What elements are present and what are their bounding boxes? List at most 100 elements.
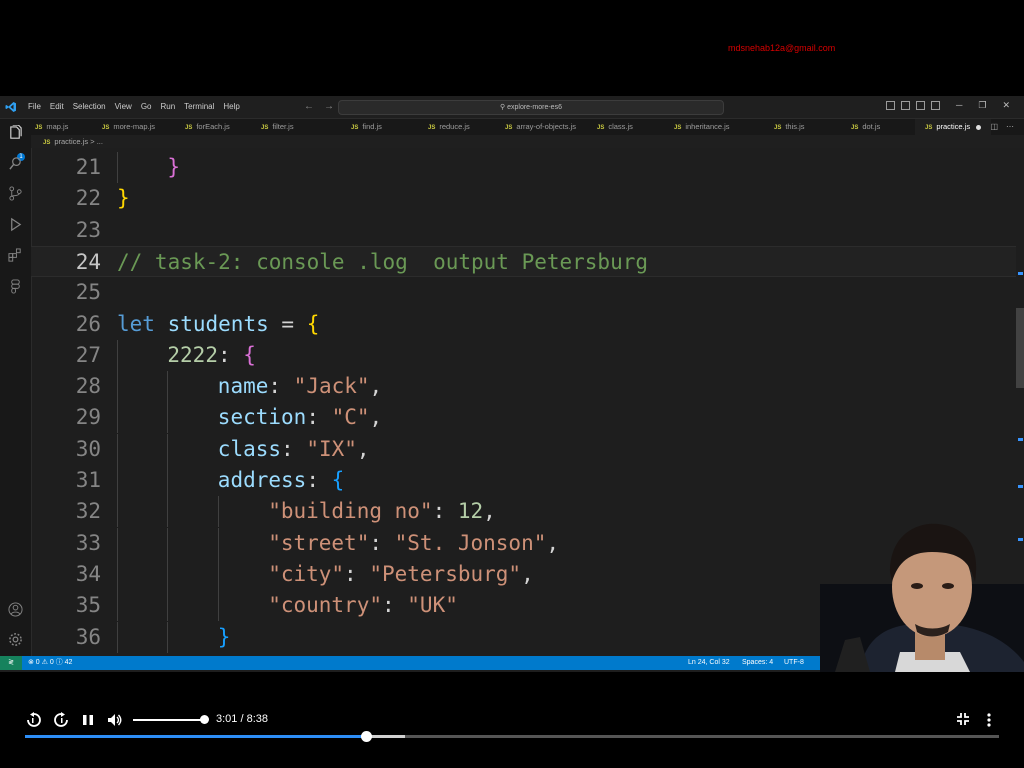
indent-guide xyxy=(167,558,169,590)
tab-label: filter.js xyxy=(272,122,294,131)
command-center-search[interactable]: ⚲ explore-more-es6 xyxy=(338,100,724,115)
toggle-panel-icon[interactable] xyxy=(901,101,910,110)
indentation-setting[interactable]: Spaces: 4 xyxy=(742,656,773,670)
code-token: , xyxy=(521,561,534,586)
menu-terminal[interactable]: Terminal xyxy=(184,102,214,111)
scrollbar-thumb[interactable] xyxy=(1016,308,1024,388)
code-line[interactable]: 27 2222: { xyxy=(31,339,1016,371)
search-icon[interactable] xyxy=(8,156,23,171)
code-line[interactable]: 21} xyxy=(31,152,1016,183)
menu-file[interactable]: File xyxy=(28,102,41,111)
tab-filter[interactable]: JS filter.js xyxy=(261,119,294,135)
account-icon[interactable] xyxy=(8,602,23,617)
problems-counter[interactable]: ⊗ 0 ⚠ 0 ⓘ 42 xyxy=(28,656,72,670)
minimize-icon[interactable]: ─ xyxy=(956,100,962,111)
volume-icon[interactable] xyxy=(107,712,123,728)
code-line[interactable]: 31 address: { xyxy=(31,465,1016,496)
remote-indicator-icon[interactable]: ≷ xyxy=(0,656,22,670)
extensions-icon[interactable] xyxy=(8,248,23,263)
customize-layout-icon[interactable] xyxy=(931,101,940,110)
more-actions-icon[interactable]: ⋯ xyxy=(1006,122,1014,131)
tab-dot[interactable]: JS dot.js xyxy=(851,119,880,135)
tab-this[interactable]: JS this.js xyxy=(774,119,805,135)
source-control-icon[interactable] xyxy=(8,186,23,201)
menu-view[interactable]: View xyxy=(115,102,132,111)
menu-help[interactable]: Help xyxy=(223,102,239,111)
line-number: 23 xyxy=(75,217,101,242)
rewind-10-icon[interactable] xyxy=(26,712,42,728)
toggle-secondary-sidebar-icon[interactable] xyxy=(916,101,925,110)
presenter-webcam xyxy=(820,523,1024,672)
settings-gear-icon[interactable] xyxy=(8,632,23,647)
indent-guide xyxy=(217,558,219,590)
code-line[interactable]: 25 xyxy=(31,277,1016,308)
code-token: : xyxy=(369,530,395,555)
tab-reduce[interactable]: JS reduce.js xyxy=(428,119,470,135)
menu-edit[interactable]: Edit xyxy=(50,102,64,111)
code-token: : xyxy=(432,499,458,524)
line-number: 21 xyxy=(75,155,101,179)
code-content: address: { xyxy=(218,465,344,496)
run-debug-icon[interactable] xyxy=(8,217,23,232)
file-encoding[interactable]: UTF-8 xyxy=(784,656,804,670)
video-progress-bar[interactable] xyxy=(25,731,999,742)
code-token: let xyxy=(117,311,155,336)
figma-icon[interactable] xyxy=(8,279,23,294)
breadcrumb-file[interactable]: practice.js xyxy=(54,137,88,146)
menu-go[interactable]: Go xyxy=(141,102,152,111)
indent-guide xyxy=(167,465,169,496)
exit-fullscreen-icon[interactable] xyxy=(956,712,970,726)
tab-inheritance[interactable]: JS inheritance.js xyxy=(674,119,730,135)
tab-foreach[interactable]: JS forEach.js xyxy=(185,119,230,135)
unsaved-dot-icon[interactable] xyxy=(976,124,982,130)
tab-class[interactable]: JS class.js xyxy=(597,119,633,135)
code-line[interactable]: 28 name: "Jack", xyxy=(31,371,1016,403)
tab-label: find.js xyxy=(362,122,382,131)
js-file-icon: JS xyxy=(43,140,51,146)
more-options-icon[interactable] xyxy=(984,712,994,728)
code-line[interactable]: 24 // task-2: console .log output Petersb… xyxy=(31,245,1016,277)
breadcrumb-symbol[interactable]: ... xyxy=(97,137,103,146)
forward-arrow-icon[interactable]: → xyxy=(324,101,334,112)
indent-guide xyxy=(117,590,118,622)
tab-practice[interactable]: JS practice.js xyxy=(915,119,992,135)
volume-slider[interactable] xyxy=(133,719,205,721)
cursor-position[interactable]: Ln 24, Col 32 xyxy=(688,656,730,670)
tab-find[interactable]: JS find.js xyxy=(351,119,382,135)
code-content: } xyxy=(167,152,180,183)
pause-icon[interactable] xyxy=(81,712,95,728)
breadcrumb: JS practice.js > ... xyxy=(31,135,1024,148)
code-line[interactable]: 26 let students = { xyxy=(31,309,1016,340)
code-token: { xyxy=(306,311,320,336)
nav-arrows: ← → xyxy=(304,101,334,112)
progress-scrubber-handle[interactable] xyxy=(360,731,372,742)
menu-selection[interactable]: Selection xyxy=(73,102,106,111)
forward-10-icon[interactable] xyxy=(53,712,69,728)
tab-array-of-objects[interactable]: JS array-of-objects.js xyxy=(505,119,576,135)
menu-bar: File Edit Selection View Go Run Terminal Help xyxy=(28,102,240,111)
volume-slider-handle[interactable] xyxy=(199,715,209,724)
code-line[interactable]: 23 xyxy=(31,215,1016,246)
back-arrow-icon[interactable]: ← xyxy=(304,101,314,112)
tab-label: reduce.js xyxy=(439,122,470,131)
code-line[interactable]: 29 section: "C", xyxy=(31,402,1016,434)
toggle-primary-sidebar-icon[interactable] xyxy=(886,101,895,110)
tab-more-map[interactable]: JS more-map.js xyxy=(102,119,155,135)
close-icon[interactable]: ✕ xyxy=(1002,100,1010,111)
tab-label: this.js xyxy=(785,122,805,131)
vscode-logo-icon xyxy=(5,102,16,112)
line-number: 29 xyxy=(75,405,101,430)
code-line[interactable]: 22} xyxy=(31,183,1016,214)
code-line[interactable]: 30 class: "IX", xyxy=(31,433,1016,465)
indent-guide xyxy=(117,152,118,183)
tab-map[interactable]: JS map.js xyxy=(35,119,68,135)
code-token: "St. Jonson" xyxy=(394,530,547,555)
code-token: "Jack" xyxy=(293,374,370,399)
line-number: 26 xyxy=(75,311,101,336)
split-editor-icon[interactable]: ◫ xyxy=(990,122,998,131)
code-token: "street" xyxy=(268,530,370,555)
restore-icon[interactable]: ❐ xyxy=(978,100,986,111)
explorer-icon[interactable] xyxy=(8,125,23,140)
menu-run[interactable]: Run xyxy=(160,102,175,111)
indent-guide xyxy=(117,371,118,403)
